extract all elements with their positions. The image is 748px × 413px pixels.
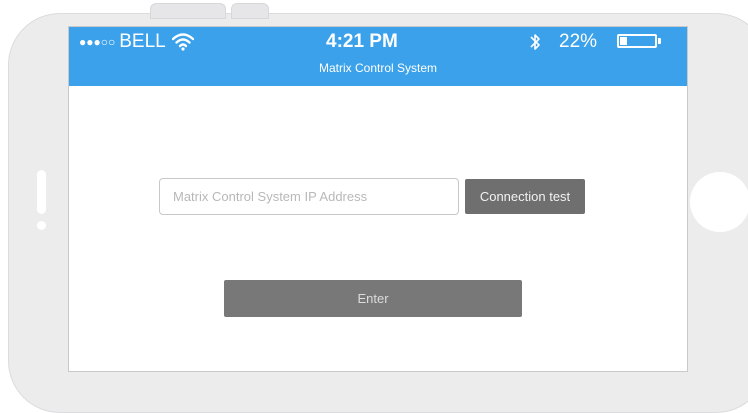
connection-test-button[interactable]: Connection test [465,179,585,214]
ip-address-input[interactable] [159,178,459,215]
wifi-icon [171,33,194,51]
bluetooth-icon [530,34,540,50]
phone-side-slot [37,170,46,214]
phone-mute-button [231,3,269,19]
signal-strength: ●●●○○ [79,35,116,49]
app-title: Matrix Control System [318,61,438,75]
battery-percent: 22% [559,31,598,52]
phone-volume-button [150,3,226,19]
battery-tip [658,38,661,44]
enter-button[interactable]: Enter [224,280,522,317]
status-bar: ●●●○○ BELL 4:21 PM 22% Matrix Control Sy… [69,27,687,86]
carrier-group: ●●●○○ BELL [79,31,194,53]
battery-icon [617,34,657,48]
home-button[interactable] [690,172,748,232]
carrier-name: BELL [119,31,166,52]
phone-side-dot [37,221,46,230]
app-screen: ●●●○○ BELL 4:21 PM 22% Matrix Control Sy… [68,26,688,372]
battery-level-fill [620,37,627,45]
status-time: 4:21 PM [326,31,398,52]
